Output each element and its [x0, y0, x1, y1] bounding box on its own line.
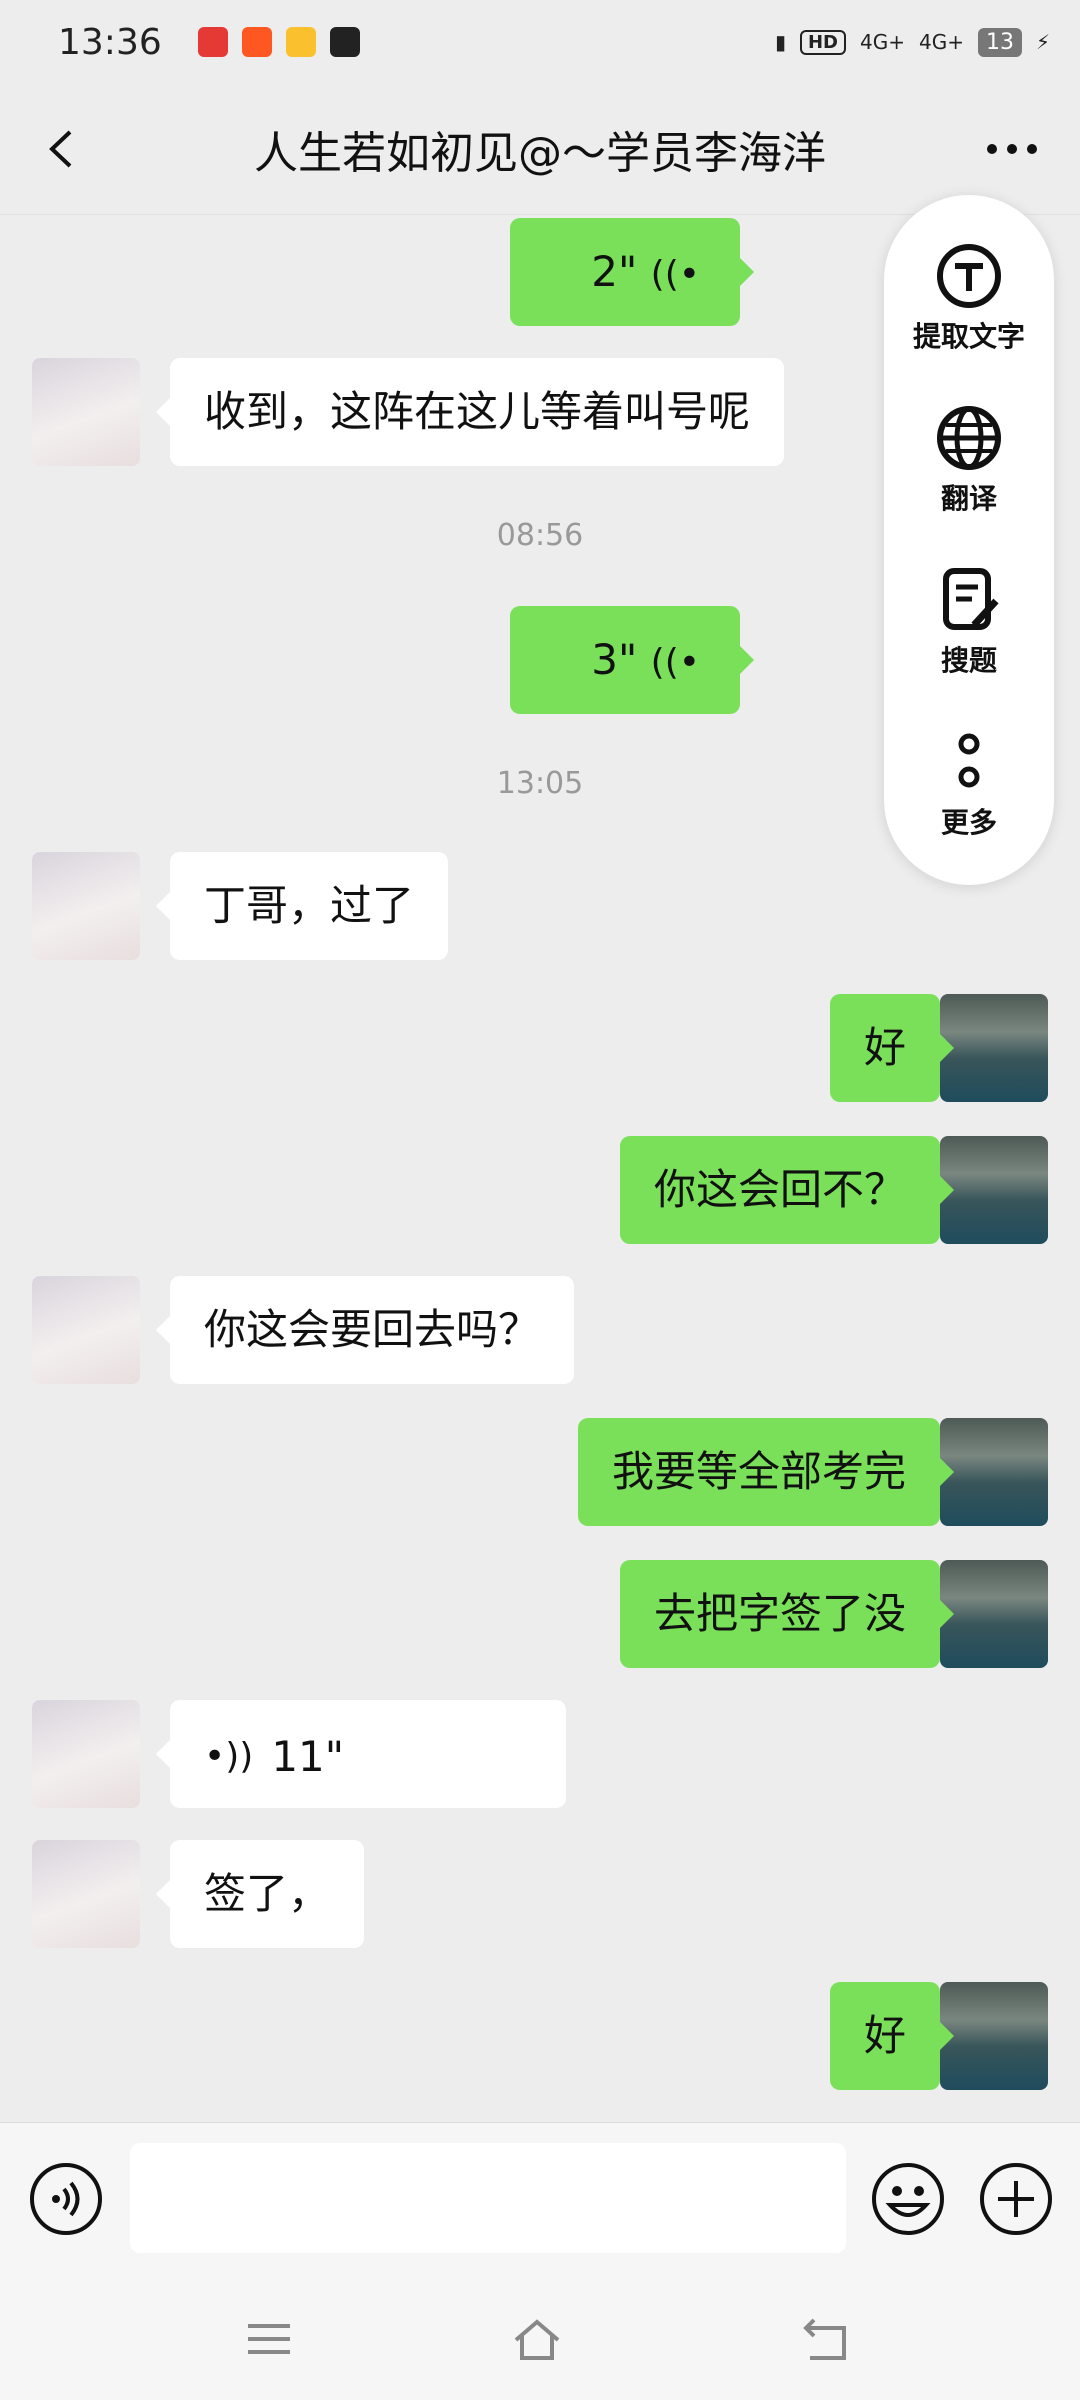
message-text: 你这会要回去吗？ [204, 1305, 541, 1354]
app-notification-icon [329, 27, 360, 57]
user-avatar[interactable] [940, 994, 1048, 1102]
message-action-popup: 提取文字 翻译 搜题 更多 [884, 195, 1054, 885]
status-bar: 13:36 ▮ HD 4G+ 4G+ 13 ⚡ [0, 0, 1080, 84]
app-notification-icon [197, 27, 228, 57]
message-composer [0, 2122, 1080, 2279]
user-avatar[interactable] [940, 1560, 1048, 1668]
menu-icon[interactable] [244, 2314, 294, 2364]
message-row: 你这会要回去吗？ [0, 1276, 1080, 1384]
chat-title: 人生若如初见@～学员李海洋 [254, 128, 826, 179]
voice-wave-icon: ((• [650, 254, 700, 295]
status-indicators: ▮ HD 4G+ 4G+ 13 ⚡ [774, 27, 1050, 57]
message-row: 你这会回不？ [0, 1136, 1080, 1244]
voice-duration: 3" [591, 635, 638, 684]
message-text: 你这会回不？ [653, 1165, 906, 1214]
message-text: 收到，这阵在这儿等着叫号呢 [204, 387, 751, 436]
text-message-bubble[interactable]: 我要等全部考完 [577, 1418, 955, 1526]
contact-avatar[interactable] [32, 358, 140, 466]
hd-badge: HD [799, 29, 846, 55]
message-text: 丁哥，过了 [204, 881, 415, 930]
text-message-bubble[interactable]: 好 [829, 994, 955, 1102]
message-text: 好 [863, 2011, 906, 2060]
user-avatar[interactable] [940, 1136, 1048, 1244]
message-text: 去把字签了没 [653, 1589, 906, 1638]
user-avatar[interactable] [940, 1982, 1048, 2090]
text-message-bubble[interactable]: 丁哥，过了 [155, 852, 449, 960]
system-navigation-bar [0, 2278, 1080, 2400]
battery-level: 13 [977, 27, 1022, 57]
contact-avatar[interactable] [32, 1840, 140, 1948]
ellipsis-icon[interactable] [982, 139, 1042, 159]
text-message-bubble[interactable]: 好 [829, 1982, 955, 2090]
popup-label: 搜题 [940, 644, 997, 677]
voice-icon[interactable] [28, 2161, 104, 2237]
search-question-icon [943, 568, 999, 630]
popup-label: 提取文字 [912, 320, 1025, 353]
message-row: 好 [0, 994, 1080, 1102]
voice-wave-icon: •)) [204, 1736, 254, 1777]
popup-item-translate[interactable]: 翻译 [884, 403, 1054, 517]
text-message-bubble[interactable]: 你这会要回去吗？ [155, 1276, 575, 1384]
network-4g-indicator: 4G+ [859, 30, 905, 54]
popup-label: 更多 [940, 806, 997, 839]
message-row: •)) 11" [0, 1700, 1080, 1808]
contact-avatar[interactable] [32, 852, 140, 960]
message-input[interactable] [130, 2143, 846, 2253]
contact-avatar[interactable] [32, 1700, 140, 1808]
text-message-bubble[interactable]: 去把字签了没 [619, 1560, 955, 1668]
text-message-bubble[interactable]: 签了， [155, 1840, 365, 1948]
text-message-bubble[interactable]: 收到，这阵在这儿等着叫号呢 [155, 358, 785, 466]
popup-item-search-question[interactable]: 搜题 [884, 565, 1054, 679]
message-row: 签了， [0, 1840, 1080, 1948]
message-row: 好 [0, 1982, 1080, 2090]
app-notification-icon [241, 27, 272, 57]
voice-duration: 11" [271, 1732, 345, 1781]
charging-icon: ⚡ [1035, 30, 1050, 54]
emoji-icon[interactable] [870, 2161, 946, 2237]
user-avatar[interactable] [940, 1418, 1048, 1526]
voice-message-bubble[interactable]: 2" ((• [510, 218, 754, 326]
chevron-left-icon[interactable] [38, 124, 88, 174]
globe-icon [937, 406, 1001, 470]
app-notification-icon [285, 27, 316, 57]
popup-item-extract-text[interactable]: 提取文字 [884, 241, 1054, 355]
notification-icons [197, 27, 360, 57]
message-text: 我要等全部考完 [611, 1447, 906, 1496]
chat-header: 人生若如初见@～学员李海洋 [0, 84, 1080, 215]
back-icon[interactable] [800, 2314, 850, 2364]
extract-text-icon [937, 244, 1001, 308]
more-vertical-icon [958, 733, 980, 788]
vibrate-icon: ▮ [774, 30, 786, 54]
network-4g-indicator: 4G+ [918, 30, 964, 54]
voice-wave-icon: ((• [650, 642, 700, 683]
status-time: 13:36 [58, 21, 162, 63]
message-row: 去把字签了没 [0, 1560, 1080, 1668]
popup-item-more[interactable]: 更多 [884, 727, 1054, 841]
voice-message-bubble[interactable]: •)) 11" [156, 1700, 566, 1808]
home-icon[interactable] [512, 2314, 562, 2364]
contact-avatar[interactable] [32, 1276, 140, 1384]
message-row: 我要等全部考完 [0, 1418, 1080, 1526]
voice-duration: 2" [591, 247, 638, 296]
popup-label: 翻译 [940, 482, 997, 515]
text-message-bubble[interactable]: 你这会回不？ [619, 1136, 955, 1244]
message-text: 签了， [204, 1869, 331, 1918]
voice-message-bubble[interactable]: 3" ((• [510, 606, 754, 714]
plus-icon[interactable] [978, 2161, 1054, 2237]
message-text: 好 [863, 1023, 906, 1072]
